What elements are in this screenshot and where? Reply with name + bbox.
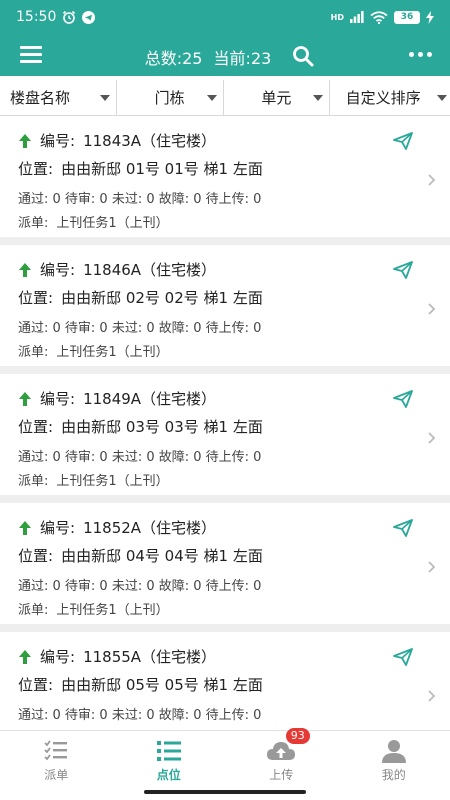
- bottom-nav: 派单 点位 93 上传 我的: [0, 728, 450, 785]
- chevron-right-icon: [428, 690, 436, 702]
- list-icon: [156, 741, 181, 761]
- chevron-right-icon: [428, 303, 436, 315]
- dropdown-caret-icon: [437, 95, 447, 101]
- item-stats: 通过: 0 待审: 0 未过: 0 故障: 0 待上传: 0: [18, 579, 262, 594]
- tab-label: 派单: [44, 768, 69, 782]
- status-bar: 15:50 HD 36: [0, 0, 450, 34]
- signal-hd-label: HD: [330, 12, 344, 22]
- item-dispatch: 上刊任务1（上刊）: [56, 345, 169, 360]
- item-code: 11855A（住宅楼）: [83, 648, 217, 666]
- status-time: 15:50: [16, 9, 57, 25]
- dispatch-label: 派单:: [18, 603, 49, 618]
- tab-upload[interactable]: 93 上传: [225, 728, 338, 785]
- filter-building-name[interactable]: 楼盘名称: [0, 80, 117, 115]
- item-dispatch: 上刊任务1（上刊）: [56, 474, 169, 489]
- item-location: 由由新邸 03号 03号 梯1 左面: [61, 418, 263, 436]
- point-list: 编号: 11843A（住宅楼） 位置: 由由新邸 01号 01号 梯1 左面 通过:…: [0, 116, 450, 730]
- upload-count-badge: 93: [285, 728, 310, 744]
- code-label: 编号:: [40, 390, 76, 408]
- item-dispatch: 上刊任务1（上刊）: [56, 603, 169, 618]
- list-item[interactable]: 编号: 11846A（住宅楼） 位置: 由由新邸 02号 02号 梯1 左面 通过:…: [0, 245, 450, 374]
- filter-label: 楼盘名称: [10, 89, 71, 107]
- battery-icon: 36: [394, 10, 420, 24]
- tab-label: 点位: [156, 768, 181, 782]
- title-bar: 总数:25 当前:23: [0, 34, 450, 76]
- filter-label: 门栋: [154, 89, 185, 107]
- item-location: 由由新邸 02号 02号 梯1 左面: [61, 289, 263, 307]
- code-label: 编号:: [40, 261, 76, 279]
- tab-dispatch[interactable]: 派单: [0, 731, 113, 785]
- filter-bar: 楼盘名称 门栋 单元 自定义排序: [0, 80, 450, 116]
- menu-icon[interactable]: [20, 46, 42, 64]
- dropdown-caret-icon: [313, 95, 324, 101]
- search-icon[interactable]: [291, 44, 315, 68]
- item-code: 11846A（住宅楼）: [83, 261, 217, 279]
- tab-label: 我的: [381, 768, 406, 782]
- item-code: 11852A（住宅楼）: [83, 519, 217, 537]
- location-label: 位置:: [18, 418, 54, 436]
- list-item[interactable]: 编号: 11855A（住宅楼） 位置: 由由新邸 05号 05号 梯1 左面 通过:…: [0, 632, 450, 730]
- tab-label: 上传: [269, 768, 294, 782]
- location-label: 位置:: [18, 160, 54, 178]
- list-item[interactable]: 编号: 11843A（住宅楼） 位置: 由由新邸 01号 01号 梯1 左面 通过:…: [0, 116, 450, 245]
- up-arrow-icon: [19, 391, 31, 406]
- wifi-icon: [370, 10, 388, 24]
- item-location: 由由新邸 04号 04号 梯1 左面: [61, 547, 263, 565]
- current-label: 当前:: [213, 49, 251, 68]
- chevron-right-icon: [428, 174, 436, 186]
- person-icon: [381, 740, 406, 763]
- gesture-bar: [144, 790, 306, 794]
- chevron-right-icon: [428, 432, 436, 444]
- up-arrow-icon: [19, 262, 31, 277]
- up-arrow-icon: [19, 649, 31, 664]
- dropdown-caret-icon: [99, 95, 110, 101]
- send-icon[interactable]: [393, 519, 413, 537]
- telegram-icon: [82, 10, 96, 24]
- item-stats: 通过: 0 待审: 0 未过: 0 故障: 0 待上传: 0: [18, 321, 262, 336]
- item-stats: 通过: 0 待审: 0 未过: 0 故障: 0 待上传: 0: [18, 192, 262, 207]
- dispatch-label: 派单:: [18, 216, 49, 231]
- send-icon[interactable]: [393, 390, 413, 408]
- item-stats: 通过: 0 待审: 0 未过: 0 故障: 0 待上传: 0: [18, 450, 262, 465]
- up-arrow-icon: [19, 520, 31, 535]
- send-icon[interactable]: [393, 648, 413, 666]
- up-arrow-icon: [19, 133, 31, 148]
- tab-points[interactable]: 点位: [113, 731, 226, 785]
- code-label: 编号:: [40, 519, 76, 537]
- item-code: 11843A（住宅楼）: [83, 132, 217, 150]
- signal-icon: [350, 11, 364, 23]
- send-icon[interactable]: [393, 261, 413, 279]
- alarm-icon: [63, 10, 76, 24]
- total-label: 总数:: [144, 49, 183, 68]
- send-icon[interactable]: [393, 132, 413, 150]
- page-title: 总数:25 当前:23: [0, 45, 450, 69]
- location-label: 位置:: [18, 289, 54, 307]
- filter-label: 自定义排序: [345, 89, 421, 107]
- dispatch-label: 派单:: [18, 345, 49, 360]
- code-label: 编号:: [40, 132, 76, 150]
- item-dispatch: 上刊任务1（上刊）: [56, 216, 169, 231]
- item-code: 11849A（住宅楼）: [83, 390, 217, 408]
- filter-gate[interactable]: 门栋: [117, 80, 224, 115]
- current-value: 23: [250, 49, 272, 68]
- filter-label: 单元: [261, 89, 292, 107]
- item-stats: 通过: 0 待审: 0 未过: 0 故障: 0 待上传: 0: [18, 708, 262, 723]
- filter-custom-sort[interactable]: 自定义排序: [330, 80, 450, 115]
- item-location: 由由新邸 05号 05号 梯1 左面: [61, 676, 263, 694]
- location-label: 位置:: [18, 547, 54, 565]
- dispatch-label: 派单:: [18, 474, 49, 489]
- chevron-right-icon: [428, 561, 436, 573]
- list-item[interactable]: 编号: 11852A（住宅楼） 位置: 由由新邸 04号 04号 梯1 左面 通过:…: [0, 503, 450, 632]
- code-label: 编号:: [40, 648, 76, 666]
- list-item[interactable]: 编号: 11849A（住宅楼） 位置: 由由新邸 03号 03号 梯1 左面 通过:…: [0, 374, 450, 503]
- charging-icon: [426, 10, 434, 24]
- filter-unit[interactable]: 单元: [224, 80, 331, 115]
- tab-mine[interactable]: 我的: [338, 731, 450, 785]
- item-location: 由由新邸 01号 01号 梯1 左面: [61, 160, 263, 178]
- more-options-icon[interactable]: [409, 52, 433, 60]
- dropdown-caret-icon: [206, 95, 217, 101]
- checklist-icon: [44, 740, 68, 761]
- total-value: 25: [182, 49, 203, 68]
- location-label: 位置:: [18, 676, 54, 694]
